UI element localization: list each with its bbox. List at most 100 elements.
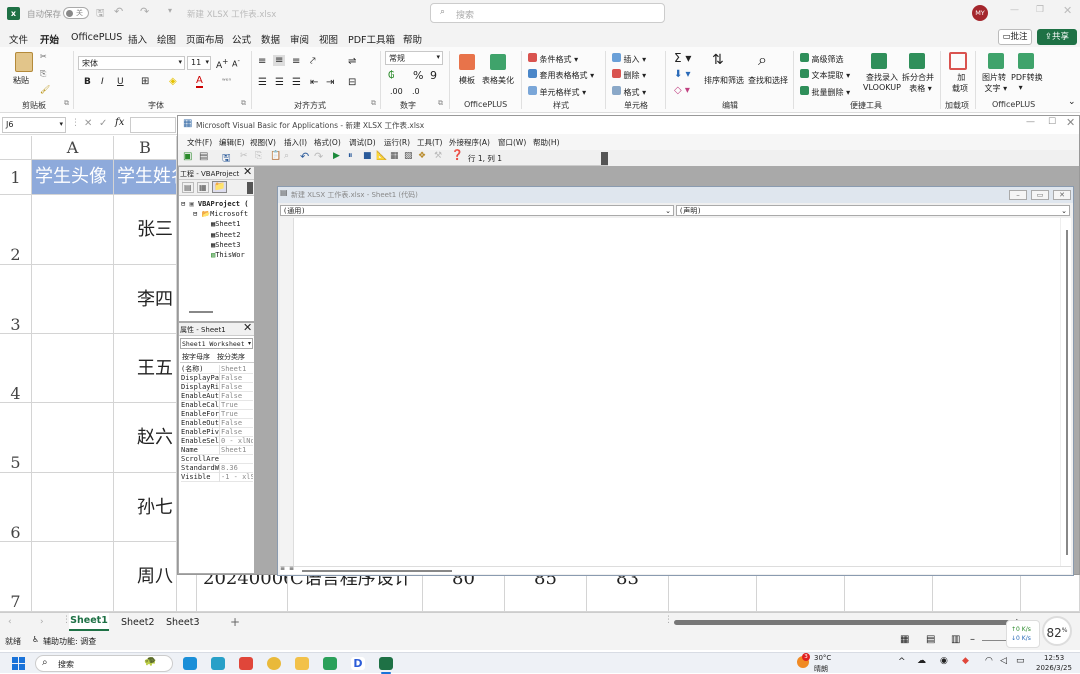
split-merge-button[interactable]: 拆分合并 表格 ▾ — [902, 72, 934, 94]
cut-icon[interactable]: ✂ — [40, 52, 47, 61]
property-row[interactable]: EnableSel 0 - xlNo — [181, 437, 253, 446]
vbe-paste-icon[interactable]: 📋 — [270, 151, 281, 161]
toggle-folders-icon[interactable]: 📁 — [212, 181, 228, 193]
text-extract-button[interactable]: 文本提取 ▾ — [800, 69, 850, 81]
zoom-slider[interactable] — [982, 640, 1008, 641]
vbe-close-icon[interactable]: ✕ — [1066, 116, 1075, 129]
name-box[interactable]: J6 ▾ — [2, 117, 66, 133]
tree-node[interactable]: ▧ThisWor — [181, 250, 248, 260]
fill-icon[interactable]: ⬇ ▾ — [674, 69, 691, 80]
tree-node[interactable]: ▦Sheet1 — [181, 219, 248, 229]
bold-button[interactable]: B — [84, 77, 91, 87]
italic-button[interactable]: I — [101, 77, 104, 87]
run-icon[interactable]: ▶ — [333, 151, 340, 161]
cell-b1[interactable]: 学生姓名 — [114, 160, 177, 195]
cell-styles-button[interactable]: 单元格样式 ▾ — [528, 86, 586, 98]
break-icon[interactable]: ⏸ — [348, 151, 353, 161]
table-beautify-button[interactable]: 表格美化 — [482, 75, 514, 86]
scroll-right-icon[interactable]: › — [40, 617, 44, 627]
sheet-tab[interactable]: Sheet3 — [166, 617, 200, 628]
add-sheet-icon[interactable]: + — [230, 615, 240, 629]
align-center-icon[interactable]: ☰ — [275, 77, 284, 88]
tree-node[interactable]: ▦Sheet2 — [181, 230, 248, 240]
procedure-view-icon[interactable]: ≡ — [280, 565, 285, 572]
underline-button[interactable]: U — [117, 77, 124, 87]
tab-review[interactable]: 审阅 — [290, 32, 309, 46]
align-top-icon[interactable]: ≡ — [258, 56, 266, 67]
volume-icon[interactable]: ◁ — [1000, 656, 1007, 666]
property-row[interactable]: (名称) Sheet1 — [181, 365, 253, 374]
pdf-convert-button[interactable]: PDF转换 ▾ — [1011, 72, 1043, 92]
toolbar-handle[interactable] — [601, 152, 608, 165]
close-icon[interactable]: ✕ — [1063, 4, 1072, 17]
row-header[interactable]: 6 — [0, 473, 32, 542]
page-layout-icon[interactable]: ▤ — [926, 634, 935, 645]
tree-node[interactable]: ⊟ 📂Microsoft — [181, 209, 248, 219]
code-horizontal-scrollbar[interactable]: ≡ ≡ — [280, 565, 1071, 574]
table-cell[interactable] — [32, 542, 114, 612]
module-view-icon[interactable]: ≡ — [289, 565, 294, 572]
vertical-scrollbar[interactable] — [1060, 218, 1071, 566]
vbe-copy-icon[interactable]: ⎘ — [255, 151, 262, 161]
batch-delete-button[interactable]: 批量删除 ▾ — [800, 86, 850, 98]
insert-module-icon[interactable]: ▤ — [199, 151, 208, 162]
addins-button[interactable]: 加载项 — [952, 72, 968, 94]
font-name-select[interactable]: 宋体 ▾ — [78, 56, 185, 70]
advanced-filter-button[interactable]: 高级筛选 — [800, 53, 844, 65]
formula-input[interactable] — [130, 117, 176, 133]
tray-wps-icon[interactable]: ◆ — [962, 656, 969, 666]
tab-view[interactable]: 视图 — [319, 32, 338, 46]
horizontal-scrollbar[interactable] — [189, 311, 213, 313]
toolbox-icon[interactable]: ⚒ — [434, 151, 442, 161]
vbe-find-icon[interactable]: ⌕ — [284, 151, 289, 161]
code-minimize-icon[interactable]: – — [1009, 190, 1027, 200]
vbe-menu-item[interactable]: 文件(F) — [187, 137, 212, 148]
copy-icon[interactable]: ⎘ — [40, 69, 46, 79]
row-header[interactable]: 3 — [0, 265, 32, 334]
align-right-icon[interactable]: ☰ — [292, 77, 301, 88]
row-header[interactable]: 7 — [0, 542, 32, 612]
image-to-text-icon[interactable] — [988, 53, 1004, 69]
property-row[interactable]: DisplayPa False — [181, 374, 253, 383]
page-break-icon[interactable]: ▥ — [951, 634, 960, 645]
properties-window-icon[interactable]: ▧ — [404, 151, 413, 161]
tab-alphabetic[interactable]: 按字母序 — [182, 352, 210, 362]
tab-help[interactable]: 帮助 — [403, 32, 422, 46]
vbe-menu-item[interactable]: 编辑(E) — [219, 137, 245, 148]
vbe-menu-item[interactable]: 格式(O) — [314, 137, 341, 148]
addins-icon[interactable] — [949, 52, 967, 70]
vbe-menu-item[interactable]: 窗口(W) — [498, 137, 526, 148]
paste-icon[interactable] — [15, 52, 33, 72]
collapse-ribbon-icon[interactable]: ⌄ — [1068, 97, 1076, 107]
row-header[interactable]: 1 — [0, 160, 32, 195]
comma-button[interactable]: 9 — [430, 69, 437, 82]
vbe-maximize-icon[interactable]: ☐ — [1048, 117, 1056, 127]
tab-formulas[interactable]: 公式 — [232, 32, 251, 46]
vbe-undo-icon[interactable]: ↶ — [300, 150, 309, 163]
table-cell[interactable]: 周八 — [114, 542, 177, 612]
increase-decimal-icon[interactable]: .00 — [390, 87, 403, 96]
align-bottom-icon[interactable]: ≡ — [292, 56, 300, 67]
fill-color-icon[interactable]: ◈ — [169, 76, 177, 87]
property-row[interactable]: Visible -1 - xlS — [181, 473, 253, 482]
column-header-a[interactable]: A — [32, 136, 114, 160]
vbe-menu-item[interactable]: 外接程序(A) — [449, 137, 490, 148]
shrink-font-icon[interactable]: A- — [232, 57, 240, 69]
wps-icon[interactable] — [239, 657, 253, 670]
vlookup-button[interactable]: 查找录入 VLOOKUP — [863, 72, 901, 92]
table-cell[interactable] — [32, 403, 114, 473]
grow-font-icon[interactable]: A+ — [216, 57, 228, 71]
zoom-level-badge[interactable]: 82% — [1042, 616, 1072, 646]
alignment-launcher-icon[interactable]: ⧉ — [371, 99, 376, 108]
row-header[interactable]: 2 — [0, 195, 32, 265]
property-row[interactable]: ScrollAre — [181, 455, 253, 464]
start-icon[interactable] — [12, 657, 25, 670]
vbe-redo-icon[interactable]: ↷ — [314, 150, 323, 163]
decrease-decimal-icon[interactable]: .0 — [412, 87, 420, 96]
object-select[interactable]: Sheet1 Worksheet ▾ — [180, 338, 253, 349]
font-color-button[interactable]: A — [196, 76, 203, 88]
normal-view-icon[interactable]: ▦ — [900, 634, 909, 645]
design-mode-icon[interactable]: 📐 — [376, 151, 387, 161]
vbe-minimize-icon[interactable]: — — [1026, 117, 1035, 127]
tab-insert[interactable]: 插入 — [128, 32, 147, 46]
